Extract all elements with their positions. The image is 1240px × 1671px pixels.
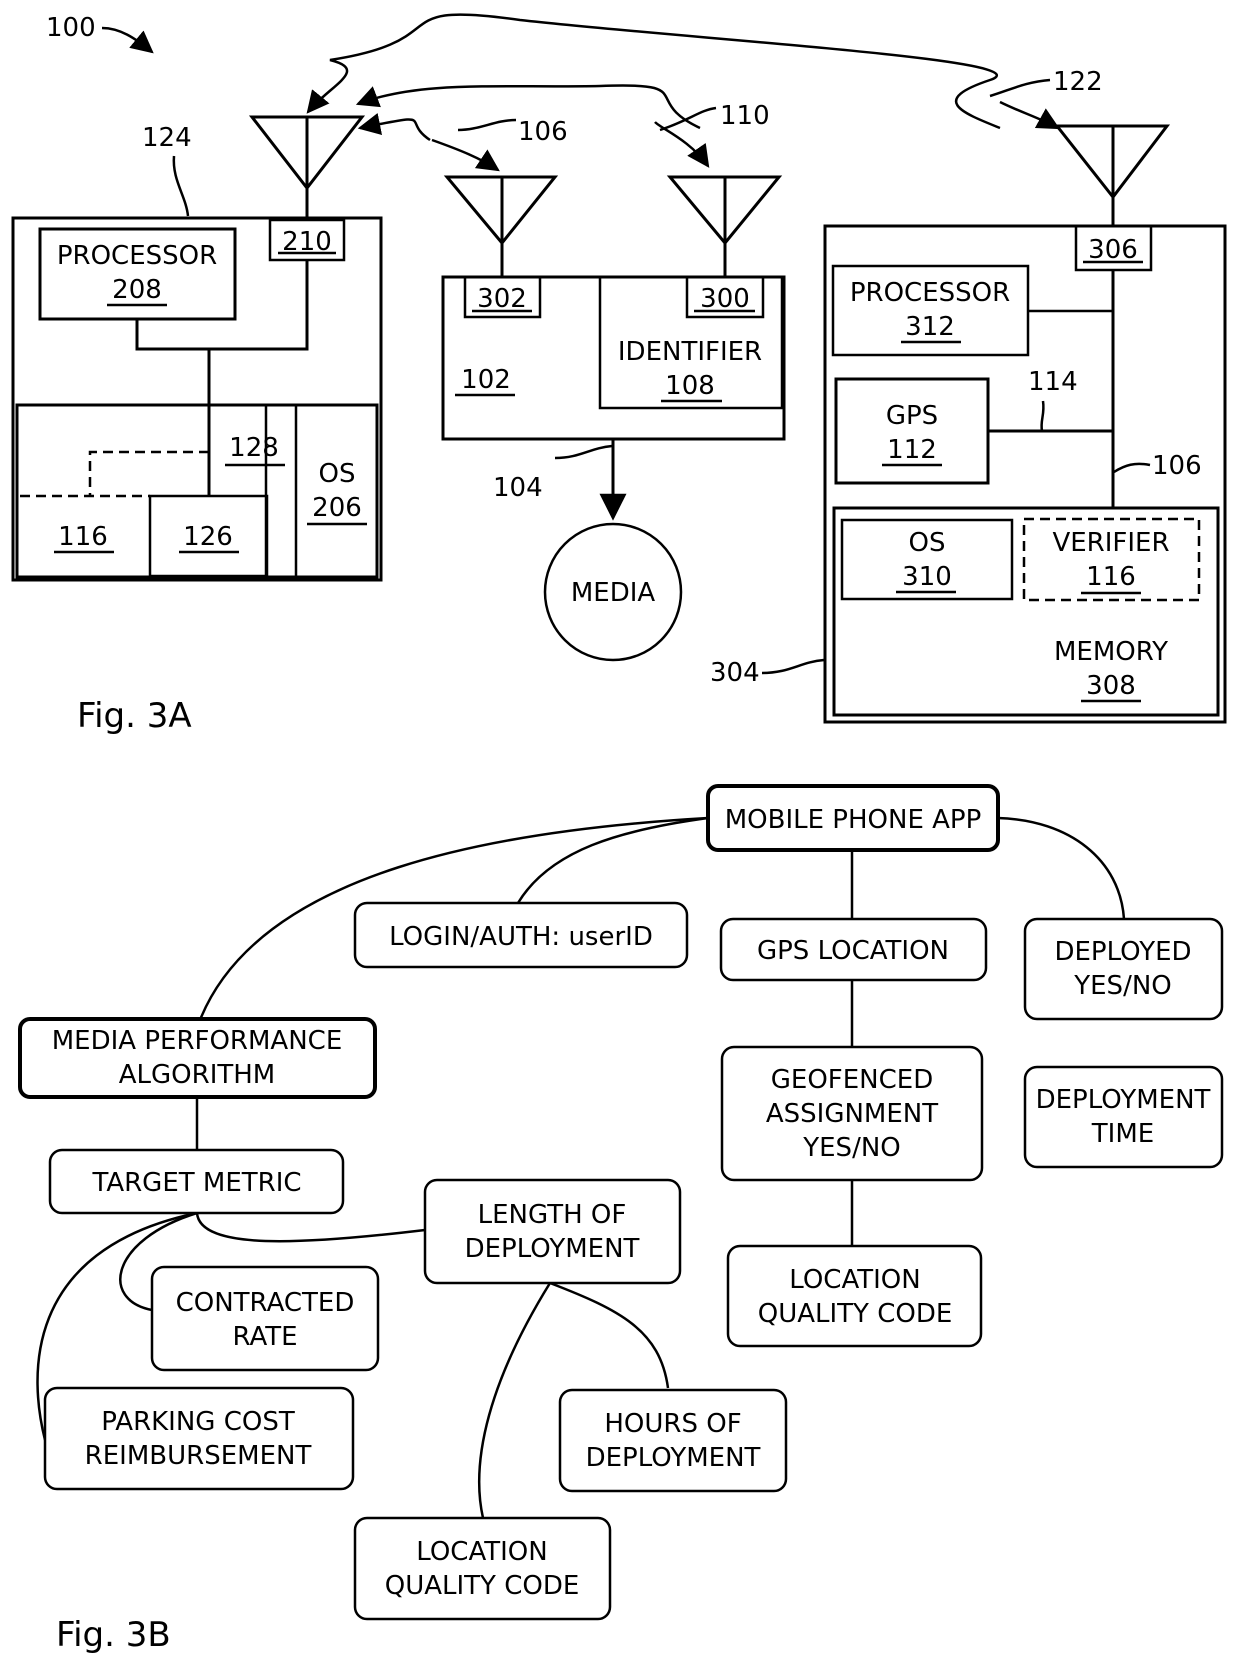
leader-122 [989,78,1051,98]
edge-app-to-deployed [997,816,1126,920]
svg-text:TARGET METRIC: TARGET METRIC [91,1168,301,1198]
node-gps-location: GPS LOCATION [719,917,988,982]
processor-312-label: PROCESSOR [850,278,1010,308]
node-deployment-time: DEPLOYMENT TIME [1023,1065,1224,1169]
svg-text:LENGTH OF: LENGTH OF [478,1200,627,1230]
node-parking-cost-reimbursement: PARKING COST REIMBURSEMENT [43,1386,355,1491]
edge-app-to-login [516,816,709,904]
signal-122-label: 122 [1053,67,1103,97]
svg-text:LOCATION: LOCATION [789,1265,920,1295]
system-ref-label: 100 [46,13,96,43]
svg-text:QUALITY CODE: QUALITY CODE [758,1299,953,1329]
svg-text:GPS LOCATION: GPS LOCATION [757,936,949,966]
svg-text:TIME: TIME [1091,1119,1154,1149]
gps-112-label: GPS [886,401,938,431]
fig-3b-caption: Fig. 3B [56,1615,171,1655]
wireless-signal-106-arrow [431,138,500,172]
node-mobile-phone-app: MOBILE PHONE APP [706,784,1000,852]
svg-text:REIMBURSEMENT: REIMBURSEMENT [85,1441,312,1471]
signal-106-label: 106 [518,117,568,147]
node-geofenced-assignment: GEOFENCED ASSIGNMENT YES/NO [720,1045,984,1182]
edge-length-to-hours [549,1281,670,1389]
antenna-right-icon [1053,124,1171,226]
right-device-304-label: 304 [710,658,760,688]
leader-304 [761,658,825,675]
svg-text:LOCATION: LOCATION [416,1537,547,1567]
svg-text:HOURS OF: HOURS OF [604,1409,741,1439]
svg-text:MOBILE PHONE APP: MOBILE PHONE APP [725,805,982,835]
svg-text:DEPLOYMENT: DEPLOYMENT [1036,1085,1211,1115]
wireless-signal-122-arrow [306,13,1001,130]
node-target-metric: TARGET METRIC [48,1148,345,1215]
svg-text:YES/NO: YES/NO [802,1133,901,1163]
node-deployed-yes-no: DEPLOYED YES/NO [1023,917,1224,1021]
bus-128-label: 128 [229,433,279,463]
svg-text:MEDIA PERFORMANCE: MEDIA PERFORMANCE [52,1026,343,1056]
wireless-signal-106-left [357,112,431,142]
identifier-108-ref: 108 [665,371,715,401]
media-label: MEDIA [571,578,656,608]
node-hours-of-deployment: HOURS OF DEPLOYMENT [558,1388,788,1493]
os-206-label: OS [319,459,356,489]
gps-112-ref: 112 [887,435,937,465]
left-device-ref-label: 124 [142,123,192,153]
svg-text:YES/NO: YES/NO [1073,971,1172,1001]
svg-text:DEPLOYMENT: DEPLOYMENT [586,1443,761,1473]
processor-312-ref: 312 [905,312,955,342]
memory-308-label: MEMORY [1054,637,1168,667]
processor-208-label: PROCESSOR [57,241,217,271]
system-ref-arrow [101,26,154,54]
bus-106-label: 106 [1152,451,1202,481]
svg-text:PARKING COST: PARKING COST [101,1407,295,1437]
memory-308-ref: 308 [1086,671,1136,701]
signal-110-label: 110 [720,101,770,131]
gps-112-box [834,377,990,485]
leader-106-right [1113,462,1151,474]
leader-110 [659,106,717,132]
fig-3a-caption: Fig. 3A [77,696,192,736]
os-310-label: OS [909,528,946,558]
leader-106 [457,118,517,132]
svg-text:ALGORITHM: ALGORITHM [119,1060,275,1090]
edge-length-to-lqc-bottom [477,1282,552,1519]
node-length-of-deployment: LENGTH OF DEPLOYMENT [423,1178,682,1285]
link-104-label: 104 [493,473,543,503]
svg-text:CONTRACTED: CONTRACTED [176,1288,355,1318]
transceiver-302-label: 302 [477,284,527,314]
node-login-auth: LOGIN/AUTH: userID [353,901,689,969]
node-location-quality-code-right: LOCATION QUALITY CODE [726,1244,983,1348]
identifier-108-label: IDENTIFIER [618,337,762,367]
verifier-116-ref: 116 [1086,562,1136,592]
svg-text:QUALITY CODE: QUALITY CODE [385,1571,580,1601]
wireless-signal-122-right [999,100,1060,130]
leader-114 [1040,400,1045,432]
transceiver-300-label: 300 [700,284,750,314]
center-device-102-label: 102 [461,365,511,395]
edge-target-to-length [195,1212,426,1243]
antenna-center-right-icon [666,175,783,277]
module-126-label: 126 [183,522,233,552]
svg-text:RATE: RATE [232,1322,297,1352]
antenna-left-icon [248,115,366,218]
transceiver-306-label: 306 [1088,235,1138,265]
svg-text:DEPLOYMENT: DEPLOYMENT [465,1234,640,1264]
svg-text:DEPLOYED: DEPLOYED [1054,937,1191,967]
node-contracted-rate: CONTRACTED RATE [150,1265,380,1372]
os-310-ref: 310 [902,562,952,592]
leader-104 [554,444,613,460]
dashed-link-116 [88,450,209,496]
svg-text:GEOFENCED: GEOFENCED [771,1065,933,1095]
module-116-label: 116 [58,522,108,552]
antenna-center-left-icon [443,175,559,277]
os-206-ref: 206 [312,493,362,523]
verifier-116-label: VERIFIER [1052,528,1169,558]
svg-text:LOGIN/AUTH: userID: LOGIN/AUTH: userID [389,922,653,952]
node-media-performance-algorithm: MEDIA PERFORMANCE ALGORITHM [18,1017,377,1099]
leader-124 [172,155,190,217]
patent-drawing: 100 106 110 122 124 210 PROCESSOR 208 12… [11,13,1227,1655]
node-location-quality-code-bottom: LOCATION QUALITY CODE [353,1516,612,1621]
svg-text:ASSIGNMENT: ASSIGNMENT [766,1099,938,1129]
gps-link-114-label: 114 [1028,367,1078,397]
processor-208-ref: 208 [112,275,162,305]
